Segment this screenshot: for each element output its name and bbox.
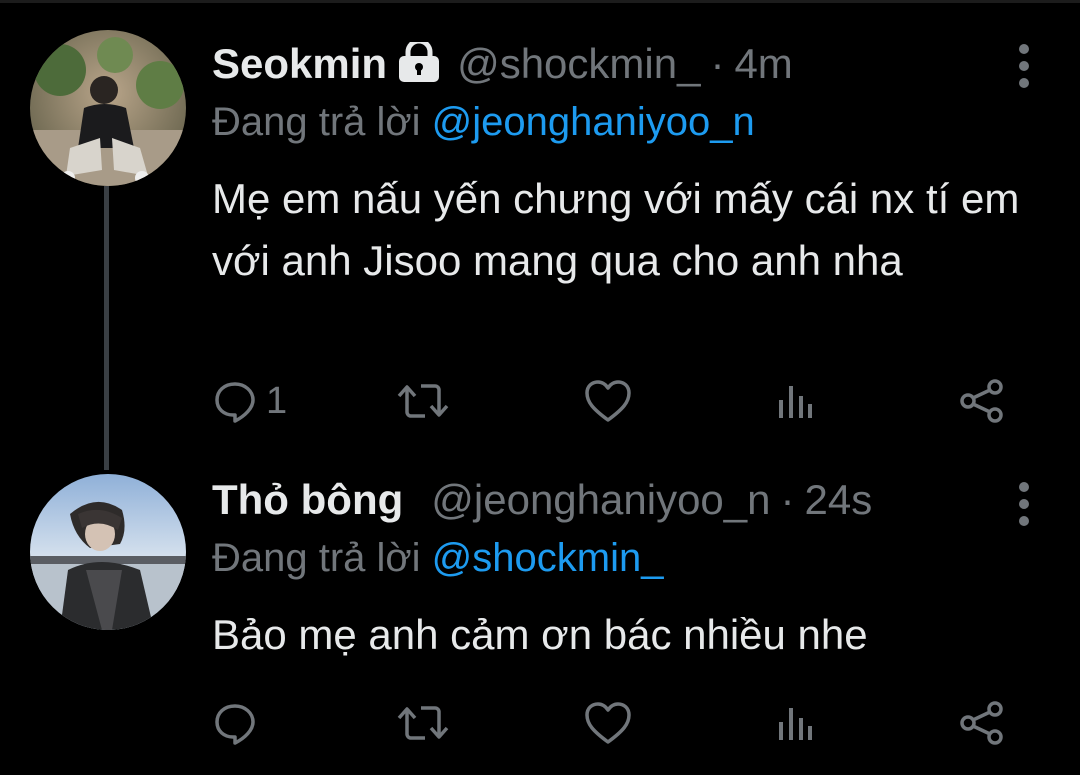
timestamp[interactable]: 4m xyxy=(734,40,792,88)
replying-to: Đang trả lời @shockmin_ xyxy=(212,536,663,581)
more-options-icon[interactable] xyxy=(1018,44,1030,88)
replying-to: Đang trả lời @jeonghaniyoo_n xyxy=(212,100,755,145)
share-button[interactable] xyxy=(958,376,1006,426)
tweet-actions xyxy=(212,698,1032,748)
reply-mention[interactable]: @shockmin_ xyxy=(432,536,664,580)
retweet-button[interactable] xyxy=(395,698,451,748)
user-handle[interactable]: @shockmin_ xyxy=(457,40,700,88)
tweet-header: Seokmin @shockmin_ · 4m xyxy=(212,38,793,98)
tweet-text: Mẹ em nấu yến chưng với mấy cái nx tí em… xyxy=(212,175,1020,284)
separator-dot: · xyxy=(710,40,725,87)
retweet-icon xyxy=(397,384,449,418)
reply-icon xyxy=(215,704,255,745)
retweet-icon xyxy=(397,706,449,740)
display-name[interactable]: Thỏ bông xyxy=(212,476,403,524)
separator-dot: · xyxy=(780,476,795,523)
share-icon xyxy=(960,701,1003,745)
reply-count: 1 xyxy=(266,379,288,422)
tweet-actions: 1 xyxy=(212,376,1032,426)
analytics-icon xyxy=(779,708,812,740)
reply-prefix: Đang trả lời xyxy=(212,536,421,580)
share-icon xyxy=(960,379,1003,423)
like-icon xyxy=(585,702,631,744)
reply-button[interactable] xyxy=(212,698,266,748)
reply-mention[interactable]: @jeonghaniyoo_n xyxy=(432,100,755,144)
avatar-seokmin[interactable] xyxy=(30,30,186,186)
reply-prefix: Đang trả lời xyxy=(212,100,421,144)
tweet-seokmin[interactable]: Seokmin @shockmin_ · 4m Đang trả lời @je… xyxy=(0,0,1080,470)
tweet-header: Thỏ bông @jeonghaniyoo_n · 24s xyxy=(212,476,872,536)
tweet-tho-bong[interactable]: Thỏ bông @jeonghaniyoo_n · 24s Đang trả … xyxy=(0,470,1080,775)
like-icon xyxy=(585,380,631,422)
timestamp[interactable]: 24s xyxy=(805,476,873,524)
like-button[interactable] xyxy=(583,376,633,426)
retweet-button[interactable] xyxy=(395,376,451,426)
analytics-button[interactable] xyxy=(775,376,815,426)
more-options-icon[interactable] xyxy=(1018,482,1030,526)
reply-icon xyxy=(215,382,255,423)
reply-button[interactable]: 1 xyxy=(212,376,287,426)
user-handle[interactable]: @jeonghaniyoo_n xyxy=(431,476,770,524)
analytics-icon xyxy=(779,386,812,418)
share-button[interactable] xyxy=(958,698,1006,748)
lock-icon xyxy=(397,38,441,87)
display-name[interactable]: Seokmin xyxy=(212,40,387,88)
analytics-button[interactable] xyxy=(775,698,815,748)
like-button[interactable] xyxy=(583,698,633,748)
tweet-text: Bảo mẹ anh cảm ơn bác nhiều nhe xyxy=(212,611,868,658)
avatar-tho-bong[interactable] xyxy=(30,474,186,630)
